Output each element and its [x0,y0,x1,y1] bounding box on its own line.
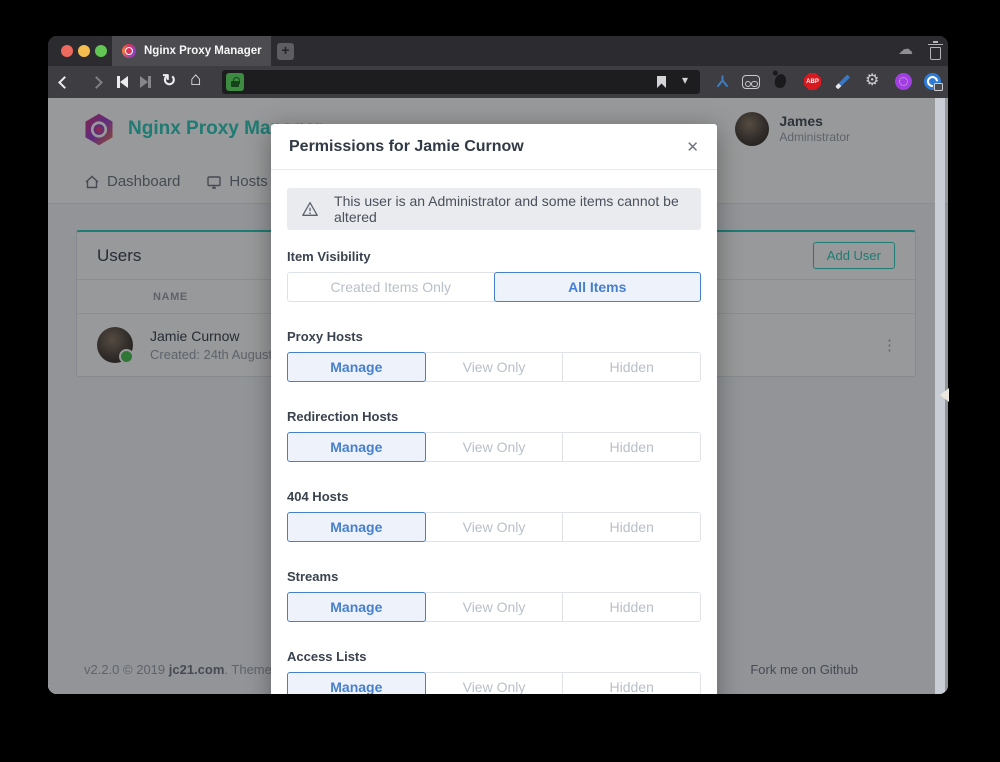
404-hosts-view-only-button[interactable]: View Only [425,512,564,542]
ext-stylus-icon[interactable] [835,75,849,89]
item-visibility-group: Created Items Only All Items [287,272,701,302]
streams-group: Manage View Only Hidden [287,592,701,622]
window-close-button[interactable] [61,45,73,57]
url-bar[interactable]: ▾ [222,70,700,94]
admin-warning-alert: This user is an Administrator and some i… [287,188,701,230]
ext-gnome-foot-icon[interactable] [773,73,787,89]
404-hosts-hidden-button[interactable]: Hidden [562,512,701,542]
redirection-hosts-manage-button[interactable]: Manage [287,432,426,462]
section-label-access-lists: Access Lists [287,649,701,664]
skip-back-button[interactable] [117,76,128,88]
browser-window: Nginx Proxy Manager + ☁ ↻ ⌂ ▾ ABP [48,36,948,694]
ext-fork-icon[interactable] [714,73,731,90]
modal-header: Permissions for Jamie Curnow ✕ [271,124,717,170]
warning-triangle-icon [301,199,319,219]
ext-gear-icon[interactable]: ⚙ [865,70,879,90]
ext-privacy-lock-icon[interactable] [924,73,941,90]
streams-manage-button[interactable]: Manage [287,592,426,622]
refresh-button[interactable]: ↻ [162,71,176,91]
404-hosts-manage-button[interactable]: Manage [287,512,426,542]
new-tab-button[interactable]: + [277,43,294,60]
ext-adblock-icon[interactable]: ABP [804,73,821,90]
section-label-redirection-hosts: Redirection Hosts [287,409,701,424]
visibility-all-items-button[interactable]: All Items [494,272,702,302]
admin-warning-text: This user is an Administrator and some i… [334,193,687,225]
window-zoom-button[interactable] [95,45,107,57]
bookmarks-dropdown-caret-icon[interactable]: ▾ [682,73,688,87]
home-button[interactable]: ⌂ [190,69,201,91]
tab-title: Nginx Proxy Manager [144,45,262,57]
proxy-hosts-view-only-button[interactable]: View Only [425,352,564,382]
proxy-hosts-manage-button[interactable]: Manage [287,352,426,382]
redirection-hosts-group: Manage View Only Hidden [287,432,701,462]
ext-purple-icon[interactable] [895,73,912,90]
section-label-streams: Streams [287,569,701,584]
section-label-404-hosts: 404 Hosts [287,489,701,504]
trash-icon[interactable] [930,47,941,60]
visibility-created-only-button[interactable]: Created Items Only [287,272,495,302]
back-button[interactable] [58,76,71,89]
access-lists-manage-button[interactable]: Manage [287,672,426,694]
permissions-modal: Permissions for Jamie Curnow ✕ This user… [271,124,717,694]
cloud-sync-icon[interactable]: ☁ [898,40,913,58]
screenshot-stage: Nginx Proxy Manager + ☁ ↻ ⌂ ▾ ABP [0,0,1000,762]
npm-favicon-icon [122,44,136,58]
modal-title: Permissions for Jamie Curnow [289,138,524,156]
bookmark-icon[interactable] [657,76,666,88]
proxy-hosts-group: Manage View Only Hidden [287,352,701,382]
404-hosts-group: Manage View Only Hidden [287,512,701,542]
redirection-hosts-view-only-button[interactable]: View Only [425,432,564,462]
browser-titlebar: Nginx Proxy Manager + ☁ [48,36,948,66]
item-visibility-label: Item Visibility [287,249,701,264]
access-lists-hidden-button[interactable]: Hidden [562,672,701,694]
skip-forward-button[interactable] [140,76,151,88]
browser-toolbar: ↻ ⌂ ▾ ABP ⚙ [48,66,948,98]
streams-view-only-button[interactable]: View Only [425,592,564,622]
window-minimize-button[interactable] [78,45,90,57]
redirection-hosts-hidden-button[interactable]: Hidden [562,432,701,462]
modal-close-icon[interactable]: ✕ [686,138,699,156]
proxy-hosts-hidden-button[interactable]: Hidden [562,352,701,382]
streams-hidden-button[interactable]: Hidden [562,592,701,622]
browser-tab[interactable]: Nginx Proxy Manager [112,36,271,66]
ext-goggles-icon[interactable] [742,75,760,89]
forward-button[interactable] [90,76,103,89]
access-lists-group: Manage View Only Hidden [287,672,701,694]
section-label-proxy-hosts: Proxy Hosts [287,329,701,344]
https-lock-icon[interactable] [226,73,244,91]
access-lists-view-only-button[interactable]: View Only [425,672,564,694]
window-edge-arrow-icon [933,388,949,402]
page-viewport: Nginx Proxy Manager James Administrator … [48,98,948,694]
